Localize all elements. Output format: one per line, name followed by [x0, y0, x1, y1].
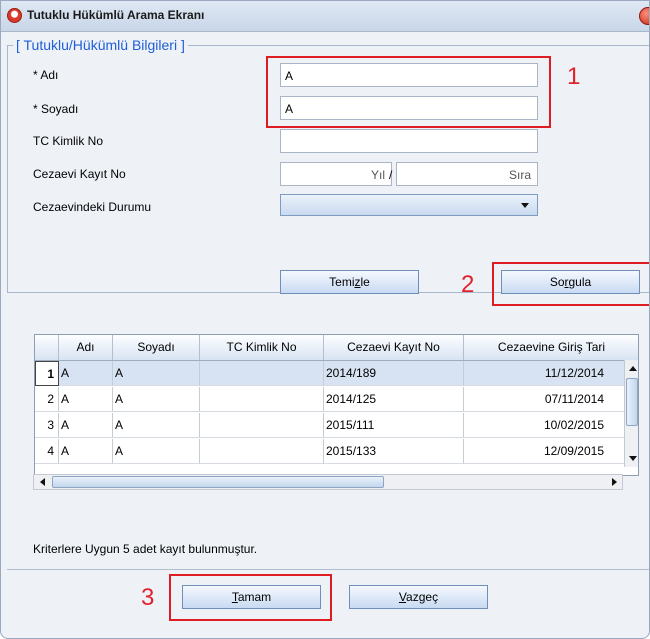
cell-registry: 2014/125: [324, 387, 464, 412]
registry-label: Cezaevi Kayıt No: [33, 167, 126, 181]
cell-tc: [200, 387, 324, 412]
cell-surname: A: [113, 361, 200, 386]
cell-surname: A: [113, 439, 200, 464]
surname-label: * Soyadı: [33, 102, 79, 116]
cell-entry-date: 11/12/2014: [464, 361, 625, 386]
annotation-box-3: [169, 574, 332, 621]
row-number: 4: [35, 439, 59, 464]
cell-entry-date: 07/11/2014: [464, 387, 625, 412]
group-legend: [ Tutuklu/Hükümlü Bilgileri ]: [13, 37, 188, 53]
vertical-scrollbar[interactable]: [624, 360, 638, 467]
row-number: 2: [35, 387, 59, 412]
results-table[interactable]: Adı Soyadı TC Kimlik No Cezaevi Kayıt No…: [34, 334, 639, 476]
tc-input[interactable]: [280, 129, 538, 153]
registry-separator: /: [389, 168, 393, 182]
search-dialog: Tutuklu Hükümlü Arama Ekranı [ Tutuklu/H…: [0, 0, 650, 639]
table-row[interactable]: 2 A A 2014/125 07/11/2014: [35, 387, 625, 412]
table-row[interactable]: 4 A A 2015/133 12/09/2015: [35, 439, 625, 464]
cell-tc: [200, 413, 324, 438]
horizontal-scroll-thumb[interactable]: [52, 476, 384, 488]
status-dropdown[interactable]: [280, 194, 538, 216]
column-header-index: [35, 335, 59, 360]
chevron-down-icon: [521, 203, 529, 208]
cancel-button[interactable]: Vazgeç: [349, 585, 488, 609]
scroll-right-icon[interactable]: [612, 478, 617, 486]
cell-registry: 2015/133: [324, 439, 464, 464]
cell-name: A: [59, 439, 113, 464]
cell-name: A: [59, 387, 113, 412]
cancel-mnemonic: V: [398, 590, 407, 604]
cell-surname: A: [113, 413, 200, 438]
sequence-input[interactable]: Sıra: [396, 162, 538, 186]
cell-registry: 2014/189: [324, 361, 464, 386]
window-title: Tutuklu Hükümlü Arama Ekranı: [27, 8, 205, 22]
status-label: Cezaevindeki Durumu: [33, 200, 152, 214]
scroll-left-icon[interactable]: [40, 478, 45, 486]
table-row[interactable]: 3 A A 2015/111 10/02/2015: [35, 413, 625, 438]
year-input[interactable]: Yıl: [280, 162, 392, 186]
column-header-surname[interactable]: Soyadı: [113, 335, 200, 360]
cell-tc: [200, 439, 324, 464]
annotation-number-1: 1: [567, 63, 581, 90]
annotation-number-3: 3: [141, 584, 155, 611]
close-icon[interactable]: [639, 7, 649, 25]
cell-entry-date: 12/09/2015: [464, 439, 625, 464]
footer-divider: [7, 569, 649, 570]
clear-button[interactable]: Temizle: [280, 270, 419, 294]
name-label: * Adı: [33, 68, 59, 82]
clear-label-a: Temi: [329, 275, 355, 289]
cell-registry: 2015/111: [324, 413, 464, 438]
result-count-text: Kriterlere Uygun 5 adet kayıt bulunmuştu…: [33, 542, 258, 556]
cell-tc: [200, 361, 324, 386]
row-number: 3: [35, 413, 59, 438]
table-header: Adı Soyadı TC Kimlik No Cezaevi Kayıt No…: [35, 335, 638, 361]
annotation-box-2: [492, 262, 649, 306]
scroll-down-icon[interactable]: [629, 456, 637, 461]
tc-label: TC Kimlik No: [33, 134, 104, 148]
cell-entry-date: 10/02/2015: [464, 413, 625, 438]
column-header-tc[interactable]: TC Kimlik No: [200, 335, 324, 360]
vertical-scroll-thumb[interactable]: [626, 378, 638, 426]
cell-surname: A: [113, 387, 200, 412]
cancel-label-b: azgeç: [406, 590, 439, 604]
title-bar[interactable]: Tutuklu Hükümlü Arama Ekranı: [1, 1, 649, 32]
app-logo-icon: [7, 8, 22, 23]
column-header-entry-date[interactable]: Cezaevine Giriş Tari: [464, 335, 638, 360]
annotation-box-1: [266, 56, 551, 128]
cell-name: A: [59, 361, 113, 386]
horizontal-scrollbar[interactable]: [33, 474, 623, 490]
annotation-number-2: 2: [461, 271, 475, 298]
scroll-up-icon[interactable]: [629, 366, 637, 371]
column-header-name[interactable]: Adı: [59, 335, 113, 360]
clear-label-b: le: [360, 275, 370, 289]
table-row[interactable]: 1 A A 2014/189 11/12/2014: [35, 361, 625, 386]
cell-name: A: [59, 413, 113, 438]
row-number: 1: [35, 361, 59, 386]
column-header-registry[interactable]: Cezaevi Kayıt No: [324, 335, 464, 360]
